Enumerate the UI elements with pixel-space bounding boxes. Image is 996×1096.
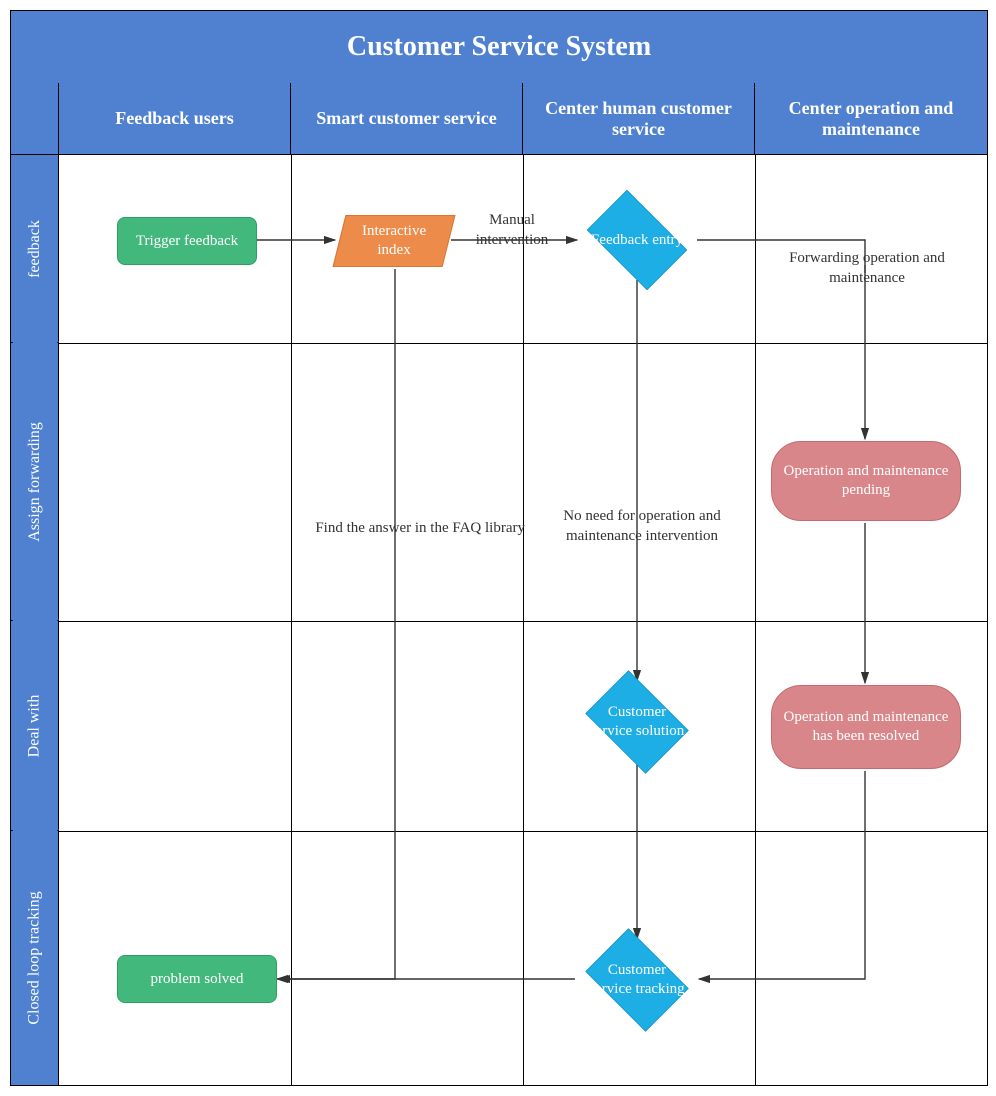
col-header-2: Smart customer service [291, 83, 523, 155]
row-label: Closed loop tracking [26, 891, 44, 1024]
connectors [11, 11, 987, 1085]
node-cs-solution: Customer service solution [577, 679, 697, 765]
edge-label-manual: Manual intervention [457, 211, 567, 250]
grid-line [59, 831, 987, 832]
edge-label-no-om: No need for operation and maintenance in… [537, 507, 747, 546]
node-label: Feedback entry [591, 231, 683, 250]
node-label: Customer service tracking [587, 961, 687, 999]
grid-line [59, 343, 987, 344]
node-label: Operation and maintenance pending [782, 462, 950, 500]
col-header-1: Feedback users [59, 83, 291, 155]
node-label: Trigger feedback [136, 232, 238, 251]
grid-line [523, 155, 524, 1085]
node-label: problem solved [151, 970, 244, 989]
diagram-title: Customer Service System [11, 11, 987, 84]
row-header-assign: Assign forwarding [11, 343, 59, 621]
node-problem-solved: problem solved [117, 955, 277, 1003]
node-om-pending: Operation and maintenance pending [771, 441, 961, 521]
row-label: Assign forwarding [26, 422, 44, 542]
row-header-closed: Closed loop tracking [11, 831, 59, 1085]
col-header-3: Center human customer service [523, 83, 755, 155]
col-header-4: Center operation and maintenance [755, 83, 987, 155]
node-interactive-index: Interactive index [333, 215, 456, 267]
row-header-feedback: feedback [11, 155, 59, 343]
node-label: Operation and maintenance has been resol… [782, 708, 950, 746]
row-label: feedback [26, 220, 44, 278]
node-om-resolved: Operation and maintenance has been resol… [771, 685, 961, 769]
node-feedback-entry: Feedback entry [577, 200, 697, 280]
node-trigger-feedback: Trigger feedback [117, 217, 257, 265]
row-header-deal: Deal with [11, 621, 59, 831]
corner-cell [11, 83, 59, 155]
node-cs-tracking: Customer service tracking [577, 937, 697, 1023]
edge-label-faq: Find the answer in the FAQ library [279, 519, 525, 539]
node-label: Customer service solution [587, 703, 687, 741]
swimlane-diagram: Customer Service System Feedback users S… [10, 10, 988, 1086]
row-label: Deal with [26, 694, 44, 757]
edge-label-forward-om: Forwarding operation and maintenance [767, 249, 967, 288]
grid-line [59, 621, 987, 622]
grid-line [291, 155, 292, 1085]
grid-line [755, 155, 756, 1085]
node-label: Interactive index [350, 222, 438, 260]
